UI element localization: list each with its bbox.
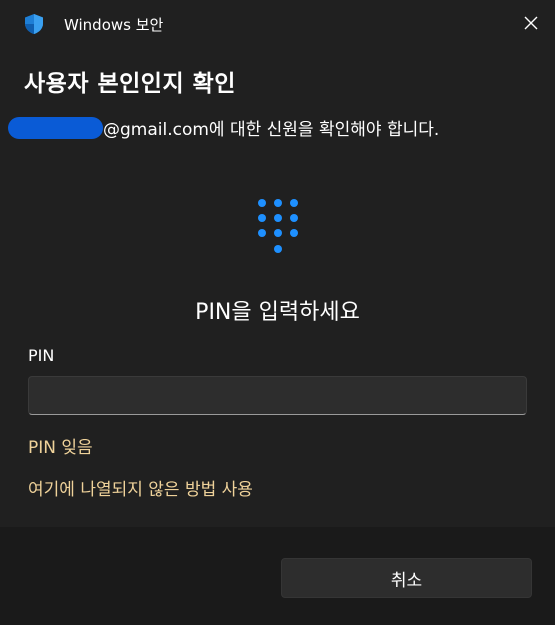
cancel-button[interactable]: 취소 xyxy=(281,558,532,598)
shield-icon xyxy=(23,13,45,35)
close-button[interactable] xyxy=(515,8,547,40)
identity-message-text: @gmail.com에 대한 신원을 확인해야 합니다. xyxy=(103,120,440,140)
other-method-link[interactable]: 여기에 나열되지 않은 방법 사용 xyxy=(28,475,253,500)
title-bar: Windows 보안 xyxy=(0,0,555,48)
pin-prompt: PIN을 입력하세요 xyxy=(195,300,360,325)
identity-message: @gmail.com에 대한 신원을 확인해야 합니다. xyxy=(8,115,439,140)
dialog-heading: 사용자 본인인지 확인 xyxy=(24,71,236,97)
close-icon xyxy=(524,15,538,34)
forgot-pin-link[interactable]: PIN 잊음 xyxy=(28,433,93,458)
security-dialog: Windows 보안 사용자 본인인지 확인 @gmail.com에 대한 신원… xyxy=(0,0,555,625)
pin-field-label: PIN xyxy=(28,346,55,365)
pin-input[interactable] xyxy=(28,376,527,415)
pin-keypad-icon xyxy=(256,197,300,257)
window-title: Windows 보안 xyxy=(64,16,164,34)
redacted-email-mark xyxy=(8,117,103,139)
